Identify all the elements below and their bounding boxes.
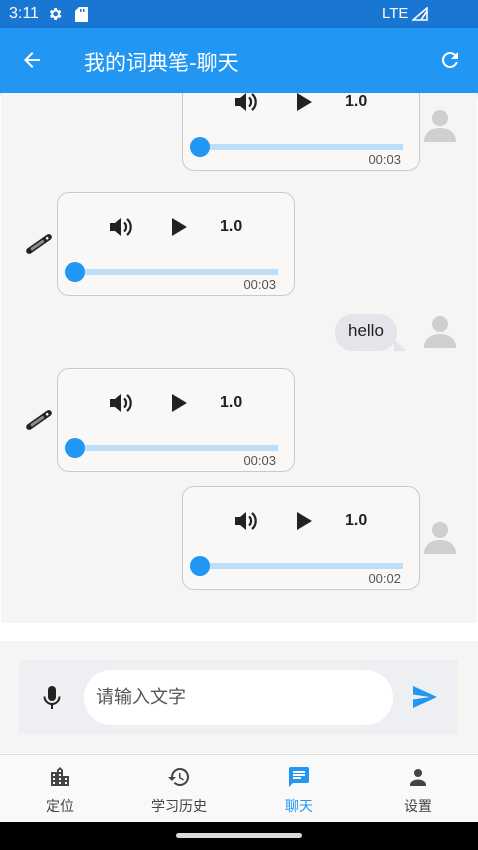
audio-duration: 00:02 <box>368 571 401 586</box>
play-icon[interactable] <box>170 393 188 413</box>
page-title: 我的词典笔-聊天 <box>84 51 239 75</box>
playback-speed[interactable]: 1.0 <box>220 394 242 412</box>
play-icon[interactable] <box>295 511 313 531</box>
volume-icon[interactable] <box>108 215 134 239</box>
audio-progress-track[interactable] <box>74 269 278 275</box>
playback-speed[interactable]: 1.0 <box>220 218 242 236</box>
user-avatar-icon <box>424 522 456 554</box>
volume-icon[interactable] <box>233 509 259 533</box>
nav-label: 学习历史 <box>151 799 207 815</box>
audio-duration: 00:03 <box>368 152 401 167</box>
user-avatar-icon <box>424 110 456 142</box>
audio-progress-thumb[interactable] <box>65 438 85 458</box>
sd-card-icon <box>75 7 88 22</box>
audio-progress-thumb[interactable] <box>190 137 210 157</box>
gesture-navigation-bar <box>0 822 478 850</box>
nav-label: 设置 <box>404 799 432 815</box>
dictionary-pen-icon <box>26 410 52 430</box>
audio-message-card: 1.0 00:03 <box>57 368 295 472</box>
person-icon <box>410 769 426 786</box>
play-icon[interactable] <box>170 217 188 237</box>
message-text: hello <box>348 321 384 340</box>
chat-icon <box>289 767 309 787</box>
status-bar: 3:11 LTE <box>0 0 478 28</box>
dictionary-pen-icon <box>26 234 52 254</box>
bottom-navigation: 定位 学习历史 聊天 设置 <box>0 754 478 822</box>
audio-progress-track[interactable] <box>199 563 403 569</box>
audio-progress-track[interactable] <box>199 144 403 150</box>
send-icon[interactable] <box>412 685 438 709</box>
signal-icon <box>412 7 428 21</box>
audio-message-card: 1.0 00:03 <box>182 93 420 171</box>
refresh-icon[interactable] <box>438 48 462 72</box>
playback-speed[interactable]: 1.0 <box>345 512 367 530</box>
location-city-icon <box>51 767 69 786</box>
text-message-bubble: hello <box>335 314 406 351</box>
chat-list[interactable]: 1.0 00:03 1.0 00:03 hello 1.0 00:03 1.0 … <box>1 93 477 623</box>
home-gesture-handle[interactable] <box>176 833 302 838</box>
app-bar: 我的词典笔-聊天 <box>0 28 478 93</box>
volume-icon[interactable] <box>108 391 134 415</box>
audio-message-card: 1.0 00:03 <box>57 192 295 296</box>
nav-item-chat[interactable]: 聊天 <box>239 755 359 823</box>
back-arrow-icon[interactable] <box>20 48 44 72</box>
nav-item-location[interactable]: 定位 <box>0 755 120 823</box>
play-icon[interactable] <box>295 93 313 112</box>
nav-item-settings[interactable]: 设置 <box>358 755 478 823</box>
audio-duration: 00:03 <box>243 453 276 468</box>
audio-progress-thumb[interactable] <box>65 262 85 282</box>
user-avatar-icon <box>424 316 456 348</box>
audio-progress-thumb[interactable] <box>190 556 210 576</box>
microphone-icon[interactable] <box>42 685 62 711</box>
audio-progress-track[interactable] <box>74 445 278 451</box>
audio-message-card: 1.0 00:02 <box>182 486 420 590</box>
audio-duration: 00:03 <box>243 277 276 292</box>
network-type: LTE <box>382 5 409 22</box>
message-composer <box>19 660 458 734</box>
nav-label: 定位 <box>46 799 74 815</box>
playback-speed[interactable]: 1.0 <box>345 93 367 111</box>
bubble-tail <box>393 339 406 351</box>
status-time: 3:11 <box>9 5 39 22</box>
divider <box>0 623 478 641</box>
volume-icon[interactable] <box>233 93 259 114</box>
nav-label: 聊天 <box>285 799 313 815</box>
message-input[interactable] <box>84 670 393 725</box>
nav-item-history[interactable]: 学习历史 <box>119 755 239 823</box>
history-icon <box>168 767 190 786</box>
gear-icon <box>49 8 62 20</box>
